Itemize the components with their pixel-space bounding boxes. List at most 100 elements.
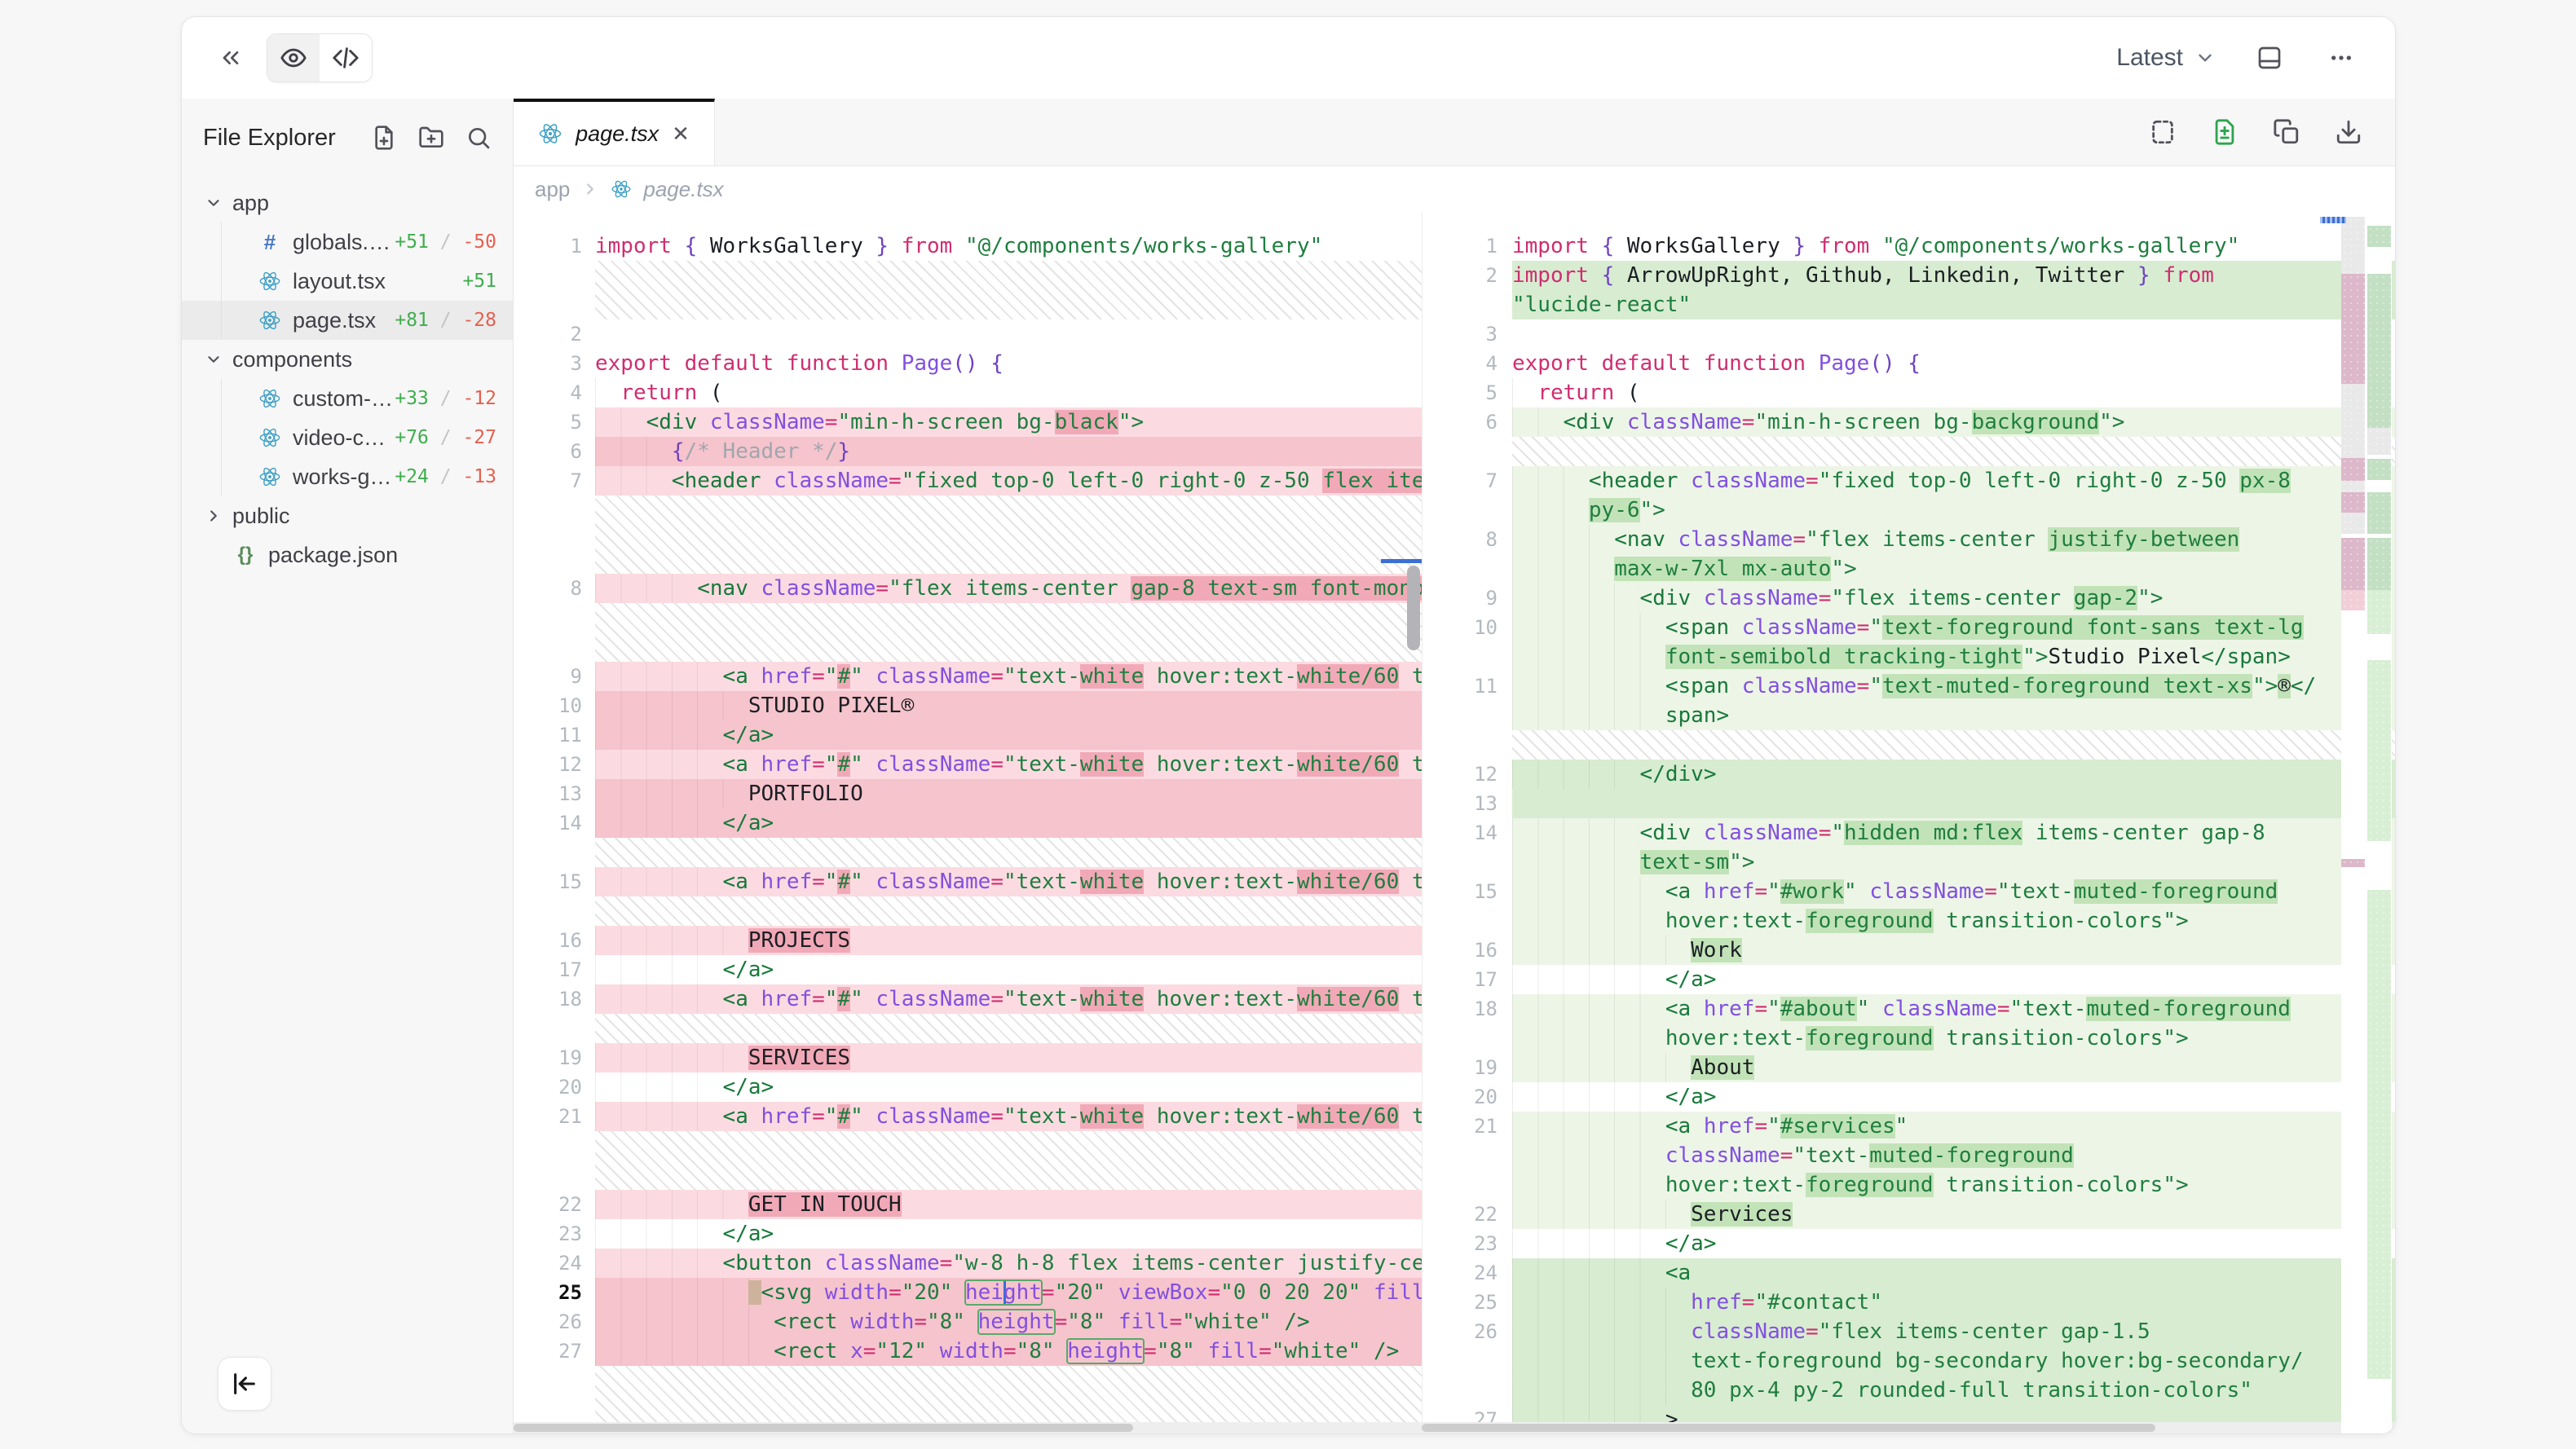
code-line: 3export default function Page() {	[514, 349, 1422, 378]
code-line: 12 <a href="#" className="text-white hov…	[514, 750, 1422, 779]
code-line: 22 GET IN TOUCH	[514, 1190, 1422, 1219]
version-label: Latest	[2116, 44, 2183, 72]
code-line: 2import { ArrowUpRight, Github, Linkedin…	[1423, 261, 2395, 319]
sidebar-title: File Explorer	[203, 125, 371, 152]
chevron-down-icon	[2194, 47, 2216, 68]
code-line: 26 <rect width="8" height="8" fill="whit…	[514, 1307, 1422, 1337]
line-number: 6	[1423, 407, 1512, 437]
code-line: 12 </div>	[1423, 760, 2395, 789]
panel-bottom-button[interactable]	[2252, 40, 2287, 76]
copy-button[interactable]	[2273, 118, 2300, 146]
line-number: 7	[1423, 466, 1512, 525]
split-view-button[interactable]	[2149, 118, 2177, 146]
horizontal-scrollbar-right[interactable]	[1422, 1422, 2395, 1434]
new-file-button[interactable]	[371, 125, 397, 151]
line-number: 8	[1423, 525, 1512, 584]
code-line: 20 </a>	[514, 1072, 1422, 1102]
code-line: 20 </a>	[1423, 1082, 2395, 1112]
line-number: 1	[1423, 231, 1512, 261]
diff-minimap[interactable]	[2341, 212, 2392, 1434]
new-folder-button[interactable]	[418, 125, 444, 151]
code-toggle-button[interactable]	[320, 34, 372, 81]
diff-pane-original[interactable]: 1import { WorksGallery } from "@/compone…	[514, 212, 1422, 1434]
line-number: 9	[514, 662, 595, 691]
diff-gap-spacer	[514, 1014, 1422, 1043]
diff-view: 1import { WorksGallery } from "@/compone…	[514, 212, 2395, 1434]
tab-label: page.tsx	[576, 121, 659, 147]
top-toolbar: Latest	[182, 17, 2395, 99]
code-line: 3	[1423, 319, 2395, 349]
line-number: 6	[514, 437, 595, 466]
code-line: 16 PROJECTS	[514, 926, 1422, 955]
diff-view-button[interactable]	[2211, 118, 2239, 146]
code-line: 6 <div className="min-h-screen bg-backgr…	[1423, 407, 2395, 437]
split-view-icon	[2149, 118, 2177, 146]
line-number: 20	[1423, 1082, 1512, 1112]
minimap-viewport-indicator	[2320, 217, 2346, 223]
new-file-icon	[371, 125, 397, 151]
line-number: 18	[1423, 994, 1512, 1053]
copy-icon	[2273, 118, 2300, 146]
line-number: 25	[1423, 1288, 1512, 1317]
tab-bar: page.tsx ✕	[514, 99, 2395, 166]
download-icon	[2335, 118, 2362, 146]
search-button[interactable]	[465, 125, 492, 151]
diff-stats-badge: +24 / -13	[395, 466, 513, 487]
line-number: 4	[1423, 349, 1512, 378]
line-number: 15	[514, 867, 595, 896]
diff-stats-badge: +76 / -27	[395, 427, 513, 448]
preview-toggle-button[interactable]	[267, 34, 320, 81]
collapse-panel-button[interactable]	[213, 40, 249, 76]
line-number: 24	[1423, 1258, 1512, 1288]
sidebar-item-components[interactable]: components	[182, 340, 513, 379]
code-line: 23 </a>	[1423, 1229, 2395, 1258]
line-number: 2	[514, 319, 595, 349]
chevrons-left-icon	[218, 43, 244, 73]
sidebar-item-custom-curs-[interactable]: custom-curs…+33 / -12	[182, 379, 513, 418]
close-tab-icon[interactable]: ✕	[672, 121, 690, 147]
diff-stats-badge: +51 / -50	[395, 231, 513, 253]
line-number: 13	[514, 779, 595, 808]
sidebar-item-public[interactable]: public	[182, 496, 513, 535]
diff-stats-badge: +33 / -12	[395, 388, 513, 409]
sidebar-item-page-tsx[interactable]: page.tsx+81 / -28	[182, 301, 513, 340]
file-label: layout.tsx	[293, 269, 462, 294]
diff-gap-spacer	[514, 603, 1422, 662]
breadcrumb-folder[interactable]: app	[535, 177, 570, 202]
line-number: 22	[514, 1190, 595, 1219]
code-line: 16 Work	[1423, 936, 2395, 965]
version-selector[interactable]: Latest	[2116, 44, 2216, 72]
sidebar-item-video-card-tsx[interactable]: video-card.tsx+76 / -27	[182, 418, 513, 457]
line-number: 1	[514, 231, 595, 261]
code-line: 17 </a>	[514, 955, 1422, 984]
sidebar-item-package-json[interactable]: {}package.json	[182, 535, 513, 575]
diff-stats-badge: +81 / -28	[395, 310, 513, 331]
sidebar-item-globals-css[interactable]: #globals.css+51 / -50	[182, 222, 513, 262]
horizontal-scrollbar-left[interactable]	[514, 1422, 1422, 1434]
line-number: 21	[514, 1102, 595, 1131]
code-line: 5 return (	[1423, 378, 2395, 407]
collapse-sidebar-button[interactable]	[218, 1357, 271, 1411]
download-button[interactable]	[2335, 118, 2362, 146]
file-label: app	[232, 191, 513, 216]
line-number: 3	[1423, 319, 1512, 349]
sidebar-item-app[interactable]: app	[182, 183, 513, 222]
react-icon	[258, 387, 281, 410]
more-options-button[interactable]	[2323, 40, 2359, 76]
code-line: 13 PORTFOLIO	[514, 779, 1422, 808]
file-label: custom-curs…	[293, 386, 395, 412]
tab-page-tsx[interactable]: page.tsx ✕	[514, 99, 715, 165]
code-line: 15 <a href="#" className="text-white hov…	[514, 867, 1422, 896]
line-number: 14	[514, 808, 595, 838]
arrow-left-to-line-icon	[231, 1370, 258, 1398]
code-line: 19 SERVICES	[514, 1043, 1422, 1072]
line-number: 7	[514, 466, 595, 495]
sidebar-item-layout-tsx[interactable]: layout.tsx+51	[182, 262, 513, 301]
code-line: 18 <a href="#" className="text-white hov…	[514, 984, 1422, 1014]
vertical-scrollbar[interactable]	[1407, 566, 1420, 650]
file-label: components	[232, 347, 513, 372]
code-line: 18 <a href="#about" className="text-mute…	[1423, 994, 2395, 1053]
line-number: 23	[514, 1219, 595, 1249]
sidebar-item-works-galler-[interactable]: works-galler…+24 / -13	[182, 457, 513, 496]
diff-pane-modified[interactable]: 1import { WorksGallery } from "@/compone…	[1422, 212, 2395, 1434]
